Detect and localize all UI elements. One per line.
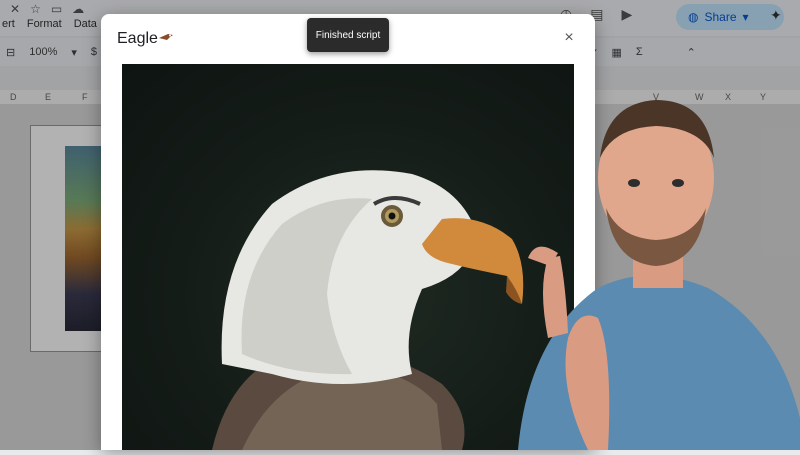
close-button[interactable]: × [561, 30, 577, 46]
dialog-title: Eagle [117, 30, 158, 47]
presenter-overlay-photo [488, 88, 800, 450]
finished-script-toast: Finished script [307, 18, 389, 52]
eagle-emoji-icon [158, 31, 174, 45]
toast-text: Finished script [315, 29, 381, 41]
